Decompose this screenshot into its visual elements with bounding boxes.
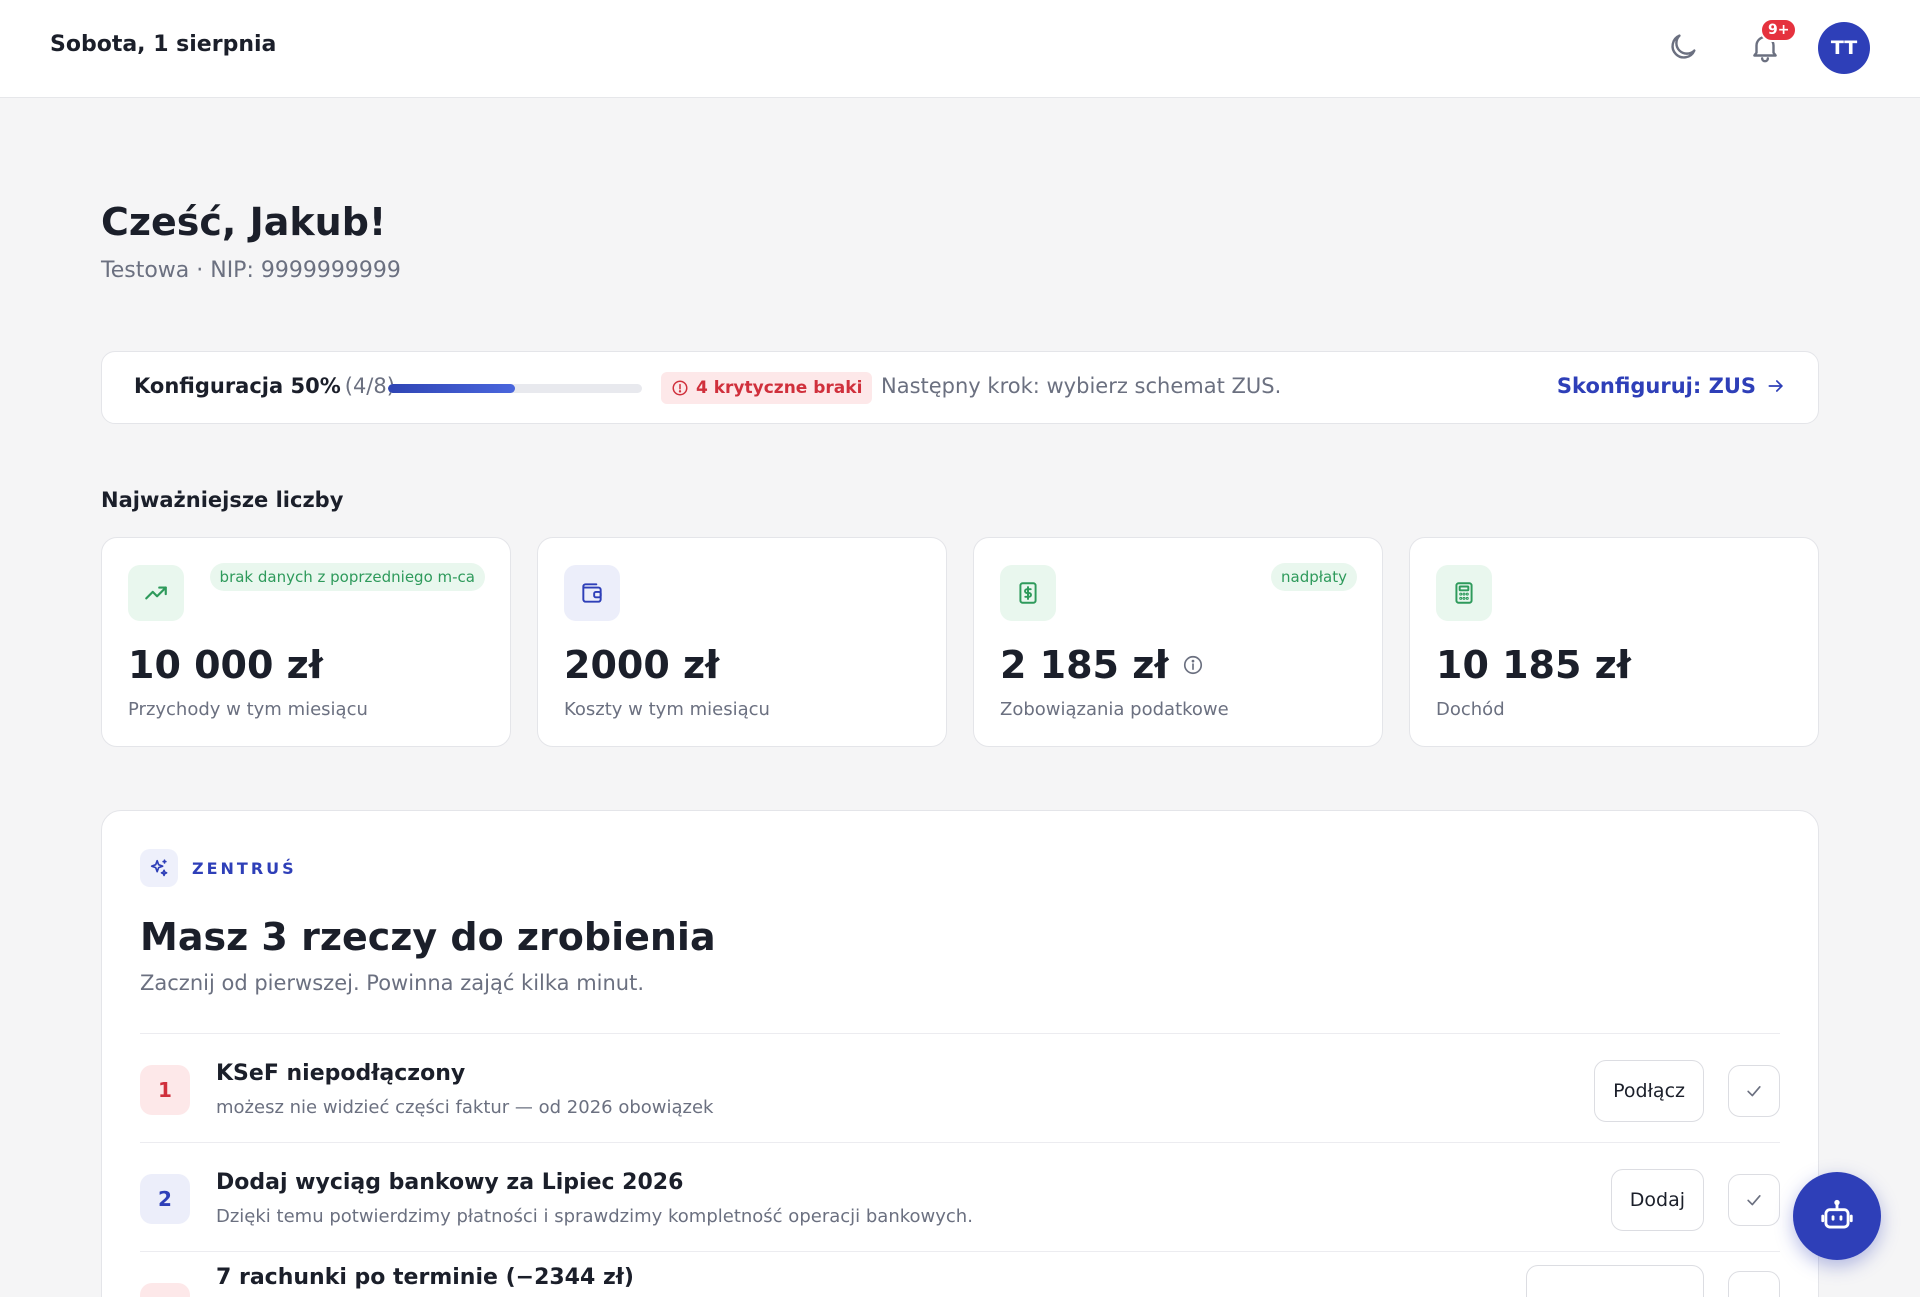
alert-circle-icon — [672, 380, 688, 396]
top-bar: Sobota, 1 sierpnia 9+ TT — [0, 0, 1920, 98]
task-number: 3 — [140, 1283, 190, 1297]
stat-value-text: 2 185 zł — [1000, 643, 1169, 687]
stat-card-costs: 2000 zł Koszty w tym miesiącu — [537, 537, 947, 747]
stat-value: 2000 zł — [564, 643, 719, 687]
config-progress-bar — [388, 384, 642, 393]
stat-value-text: 2000 zł — [564, 643, 720, 687]
trending-up-icon — [128, 565, 184, 621]
mark-done-button[interactable] — [1728, 1271, 1780, 1297]
stat-value-text: 10 185 zł — [1436, 643, 1631, 687]
todo-card: ZENTRUŚ Masz 3 rzeczy do zrobienia Zaczn… — [101, 810, 1819, 1297]
arrow-right-icon — [1768, 380, 1783, 392]
config-progress-fill — [388, 384, 515, 393]
current-date: Sobota, 1 sierpnia — [50, 32, 277, 57]
assistant-bot-button[interactable] — [1793, 1172, 1881, 1260]
stat-label: Przychody w tym miesiącu — [128, 699, 368, 720]
overdue-action-button[interactable] — [1526, 1265, 1704, 1297]
divider — [140, 1251, 1780, 1252]
critical-badge[interactable]: 4 krytyczne braki — [661, 372, 873, 404]
stat-value-text: 10 000 zł — [128, 643, 323, 687]
wallet-icon — [564, 565, 620, 621]
stat-tag: brak danych z poprzedniego m-ca — [209, 563, 485, 591]
robot-icon — [1821, 1199, 1853, 1229]
task-description: Dzięki temu potwierdzimy płatności i spr… — [216, 1206, 973, 1227]
task-row: 2 Dodaj wyciąg bankowy za Lipiec 2026 Dz… — [140, 1144, 1780, 1252]
next-step-text: Następny krok: wybierz schemat ZUS. — [881, 374, 1282, 398]
task-number: 2 — [140, 1174, 190, 1224]
sparkles-icon — [140, 849, 178, 887]
task-number: 1 — [140, 1065, 190, 1115]
task-description: możesz nie widzieć części faktur — od 20… — [216, 1097, 714, 1118]
notification-badge: 9+ — [1760, 18, 1798, 42]
configure-zus-label: Skonfiguruj: ZUS — [1556, 374, 1756, 398]
stat-value: 2 185 zł — [1000, 643, 1204, 687]
todo-title: Masz 3 rzeczy do zrobienia — [140, 915, 716, 959]
divider — [140, 1142, 1780, 1143]
config-label-wrap: Konfiguracja 50% (4/8) — [134, 374, 395, 398]
page-title: Cześć, Jakub! — [101, 200, 387, 244]
stat-label: Koszty w tym miesiącu — [564, 699, 770, 720]
mark-done-button[interactable] — [1728, 1174, 1780, 1226]
stat-label: Dochód — [1436, 699, 1505, 720]
critical-text: 4 krytyczne braki — [696, 378, 863, 398]
check-icon — [1747, 1086, 1761, 1097]
stats-section-title: Najważniejsze liczby — [101, 488, 344, 512]
task-row: 1 KSeF niepodłączony możesz nie widzieć … — [140, 1035, 1780, 1143]
stat-value: 10 185 zł — [1436, 643, 1631, 687]
info-icon[interactable] — [1182, 654, 1204, 676]
moon-icon[interactable] — [1666, 30, 1700, 64]
assistant-brand: ZENTRUŚ — [140, 849, 297, 887]
task-title: KSeF niepodłączony — [216, 1061, 466, 1086]
todo-subtitle: Zacznij od pierwszej. Powinna zająć kilk… — [140, 971, 645, 995]
mark-done-button[interactable] — [1728, 1065, 1780, 1117]
stat-label: Zobowiązania podatkowe — [1000, 699, 1229, 720]
config-progress-card: Konfiguracja 50% (4/8) 4 krytyczne braki … — [101, 351, 1819, 424]
check-icon — [1747, 1195, 1761, 1206]
add-statement-button[interactable]: Dodaj — [1610, 1169, 1704, 1231]
calculator-icon — [1436, 565, 1492, 621]
stat-card-revenue: brak danych z poprzedniego m-ca 10 000 z… — [101, 537, 511, 747]
divider — [140, 1033, 1780, 1034]
dollar-bill-icon — [1000, 565, 1056, 621]
task-row: 3 7 rachunki po terminie (−2344 zł) — [140, 1253, 1780, 1297]
stat-value: 10 000 zł — [128, 643, 323, 687]
avatar[interactable]: TT — [1818, 22, 1870, 74]
company-info: Testowa · NIP: 9999999999 — [101, 258, 401, 283]
stat-card-income: 10 185 zł Dochód — [1409, 537, 1819, 747]
config-label: Konfiguracja 50% — [134, 374, 341, 398]
task-title: Dodaj wyciąg bankowy za Lipiec 2026 — [216, 1170, 684, 1195]
task-title: 7 rachunki po terminie (−2344 zł) — [216, 1265, 634, 1290]
assistant-name: ZENTRUŚ — [192, 858, 297, 878]
configure-zus-link[interactable]: Skonfiguruj: ZUS — [1557, 374, 1786, 398]
connect-ksef-button[interactable]: Podłącz — [1594, 1060, 1704, 1122]
stat-tag: nadpłaty — [1271, 563, 1357, 591]
stat-card-tax: nadpłaty 2 185 zł Zobowiązania podatkowe — [973, 537, 1383, 747]
